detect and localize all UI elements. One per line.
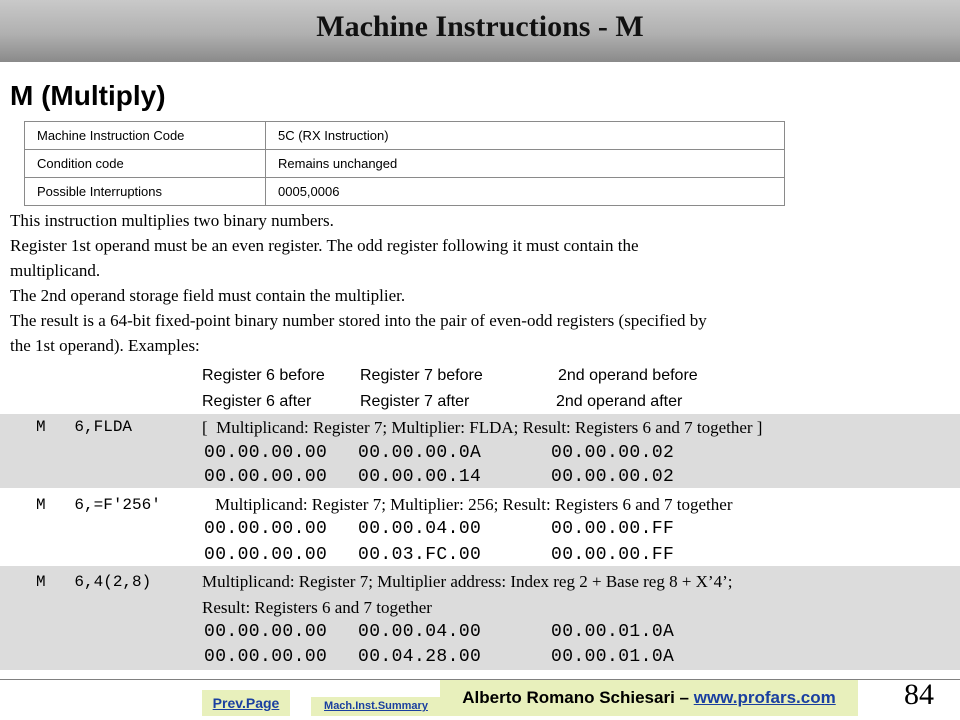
example-comment: [ Multiplicand: Register 7; Multiplier: … xyxy=(202,418,763,437)
info-label: Machine Instruction Code xyxy=(24,121,266,150)
instruction-code: M 6,=F'256' xyxy=(36,496,161,514)
label-operand2-after: 2nd operand after xyxy=(556,393,683,410)
operand2-value: 00.00.00.FF xyxy=(551,519,675,539)
website-link[interactable]: www.profars.com xyxy=(694,688,836,707)
info-value: Remains unchanged xyxy=(265,149,785,178)
register7-value: 00.00.00.14 xyxy=(358,467,482,487)
label-operand2-before: 2nd operand before xyxy=(558,367,698,384)
info-label: Condition code xyxy=(24,149,266,178)
register7-value: 00.04.28.00 xyxy=(358,647,482,667)
table-row: Possible Interruptions 0005,0006 xyxy=(24,177,785,206)
instruction-code: M 6,4(2,8) xyxy=(36,573,152,591)
example-comment: Result: Registers 6 and 7 together xyxy=(202,598,432,617)
page-number: 84 xyxy=(904,678,934,711)
table-row: Machine Instruction Code 5C (RX Instruct… xyxy=(24,121,785,150)
example-comment: Multiplicand: Register 7; Multiplier add… xyxy=(202,572,733,591)
description-line: The 2nd operand storage field must conta… xyxy=(10,286,406,305)
register7-value: 00.00.00.0A xyxy=(358,443,482,463)
info-value: 5C (RX Instruction) xyxy=(265,121,785,150)
section-heading: M (Multiply) xyxy=(10,80,166,111)
summary-link[interactable]: Mach.Inst.Summary xyxy=(311,697,441,716)
page-title: Machine Instructions - M xyxy=(316,10,644,43)
instruction-info-table: Machine Instruction Code 5C (RX Instruct… xyxy=(24,121,785,206)
operand2-value: 00.00.00.02 xyxy=(551,443,675,463)
description-line: multiplicand. xyxy=(10,261,101,280)
label-register7-after: Register 7 after xyxy=(360,393,470,410)
label-register6-before: Register 6 before xyxy=(202,367,325,384)
operand2-value: 00.00.01.0A xyxy=(551,622,675,642)
description-line: This instruction multiplies two binary n… xyxy=(10,211,334,230)
label-register7-before: Register 7 before xyxy=(360,367,483,384)
register6-value: 00.00.00.00 xyxy=(204,519,328,539)
description-line: Register 1st operand must be an even reg… xyxy=(10,236,639,255)
info-value: 0005,0006 xyxy=(265,177,785,206)
register6-value: 00.00.00.00 xyxy=(204,467,328,487)
register7-value: 00.00.04.00 xyxy=(358,519,482,539)
author-name: Alberto Romano Schiesari – xyxy=(462,688,689,707)
register7-value: 00.03.FC.00 xyxy=(358,545,482,565)
description-text: This instruction multiplies two binary n… xyxy=(10,208,910,358)
register6-value: 00.00.00.00 xyxy=(204,647,328,667)
instruction-code: M 6,FLDA xyxy=(36,418,133,436)
title-bar: Machine Instructions - M xyxy=(0,0,960,62)
register6-value: 00.00.00.00 xyxy=(204,443,328,463)
operand2-value: 00.00.00.02 xyxy=(551,467,675,487)
register7-value: 00.00.04.00 xyxy=(358,622,482,642)
label-register6-after: Register 6 after xyxy=(202,393,312,410)
prev-page-link[interactable]: Prev.Page xyxy=(202,690,290,716)
description-line: The result is a 64-bit fixed-point binar… xyxy=(10,311,707,330)
operand2-value: 00.00.01.0A xyxy=(551,647,675,667)
table-row: Condition code Remains unchanged xyxy=(24,149,785,178)
info-label: Possible Interruptions xyxy=(24,177,266,206)
example-comment: Multiplicand: Register 7; Multiplier: 25… xyxy=(215,495,733,514)
description-line: the 1st operand). Examples: xyxy=(10,336,200,355)
register6-value: 00.00.00.00 xyxy=(204,622,328,642)
register6-value: 00.00.00.00 xyxy=(204,545,328,565)
operand2-value: 00.00.00.FF xyxy=(551,545,675,565)
author-box: Alberto Romano Schiesari – www.profars.c… xyxy=(440,680,858,716)
